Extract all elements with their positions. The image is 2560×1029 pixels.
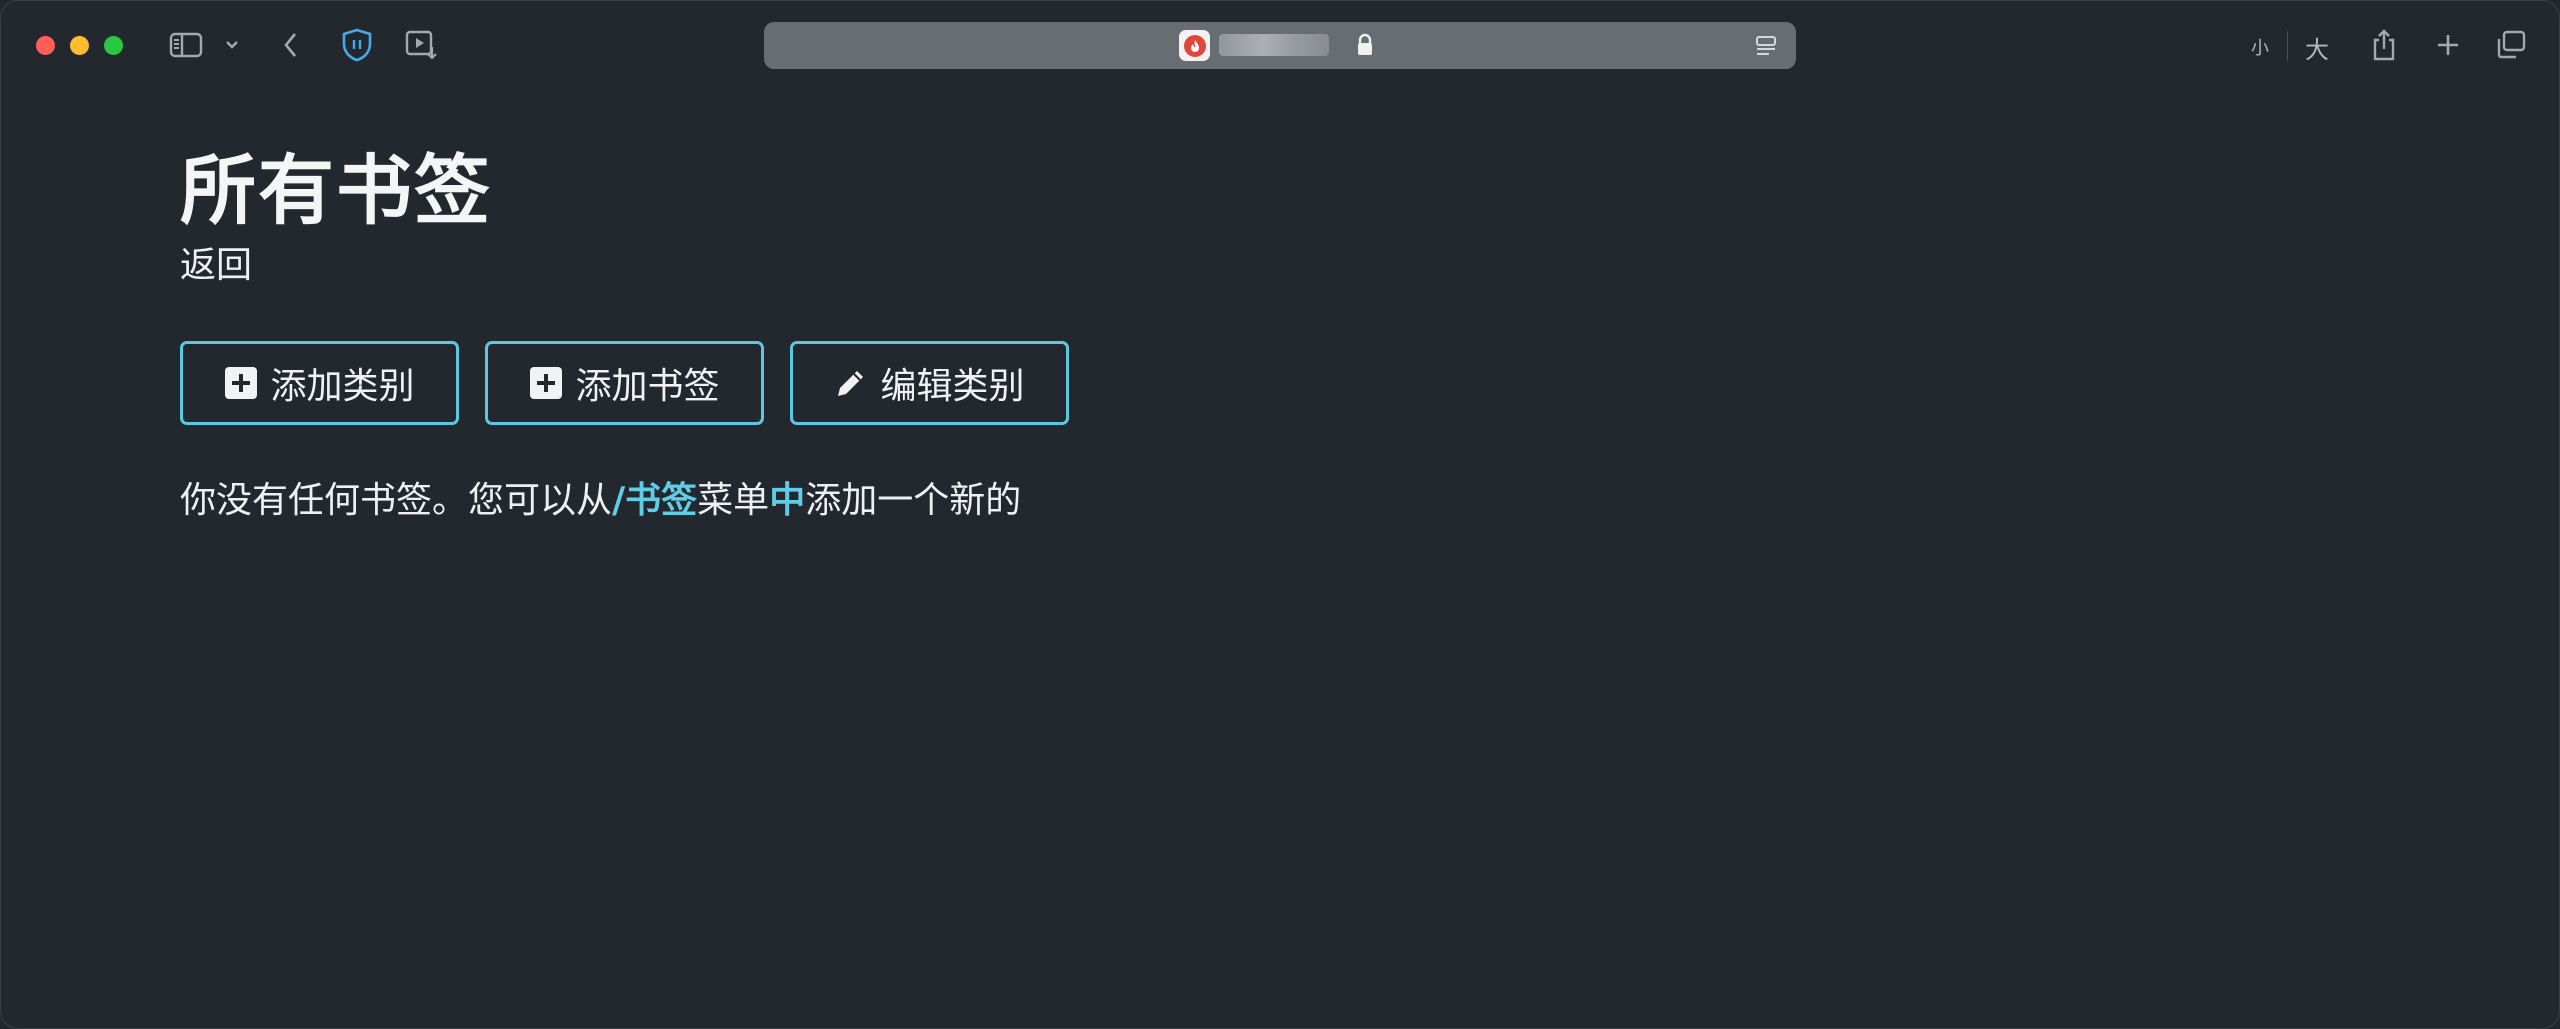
minimize-window-button[interactable] [70,36,89,55]
browser-toolbar: 小 大 [1,1,2559,87]
browser-window: 小 大 所有书签 返回 添加类别 添加书签 编辑类别 你没有任何书签。您可以从/… [0,0,2560,1029]
share-icon[interactable] [2367,25,2401,65]
privacy-shield-icon[interactable] [337,25,377,65]
sidebar-toggle-icon[interactable] [166,25,206,65]
toolbar-divider [2287,31,2288,61]
add-bookmark-button[interactable]: 添加书签 [485,341,764,425]
bookmarks-page: 所有书签 返回 添加类别 添加书签 编辑类别 你没有任何书签。您可以从/书签菜单… [180,141,2559,561]
url-text-redacted [1219,34,1329,56]
tab-overview-icon[interactable] [2493,25,2529,65]
chevron-down-icon[interactable] [221,25,243,65]
action-buttons: 添加类别 添加书签 编辑类别 [180,341,2559,425]
plus-square-icon [224,366,258,400]
close-window-button[interactable] [36,36,55,55]
edit-category-button[interactable]: 编辑类别 [790,341,1069,425]
media-download-icon[interactable] [401,25,441,65]
back-navigation-icon[interactable] [276,25,306,65]
lock-icon [1356,33,1374,61]
add-category-label: 添加类别 [270,366,415,407]
empty-msg-text-2: 菜单 [697,480,770,521]
plus-square-icon [529,366,563,400]
page-title: 所有书签 [180,146,492,235]
site-favicon-icon [1179,30,1210,61]
empty-msg-text-3: 添加一个新的 [805,480,1022,521]
add-category-button[interactable]: 添加类别 [180,341,459,425]
reader-mode-icon[interactable] [1754,34,1778,62]
text-size-large-button[interactable]: 大 [2305,30,2329,65]
empty-bookmarks-message: 你没有任何书签。您可以从/书签菜单中添加一个新的 [180,477,2559,525]
pencil-icon [834,366,868,400]
new-tab-plus-icon[interactable] [2431,25,2465,65]
text-size-small-button[interactable]: 小 [2251,34,2269,60]
bookmarks-menu-link[interactable]: /书签 [612,480,697,521]
back-link[interactable]: 返回 [180,241,252,291]
zoom-window-button[interactable] [104,36,123,55]
edit-category-label: 编辑类别 [880,366,1025,407]
empty-msg-highlight: 中 [769,480,806,521]
empty-msg-text-1: 你没有任何书签。您可以从 [180,480,613,521]
address-bar[interactable] [764,22,1796,69]
add-bookmark-label: 添加书签 [575,366,720,407]
